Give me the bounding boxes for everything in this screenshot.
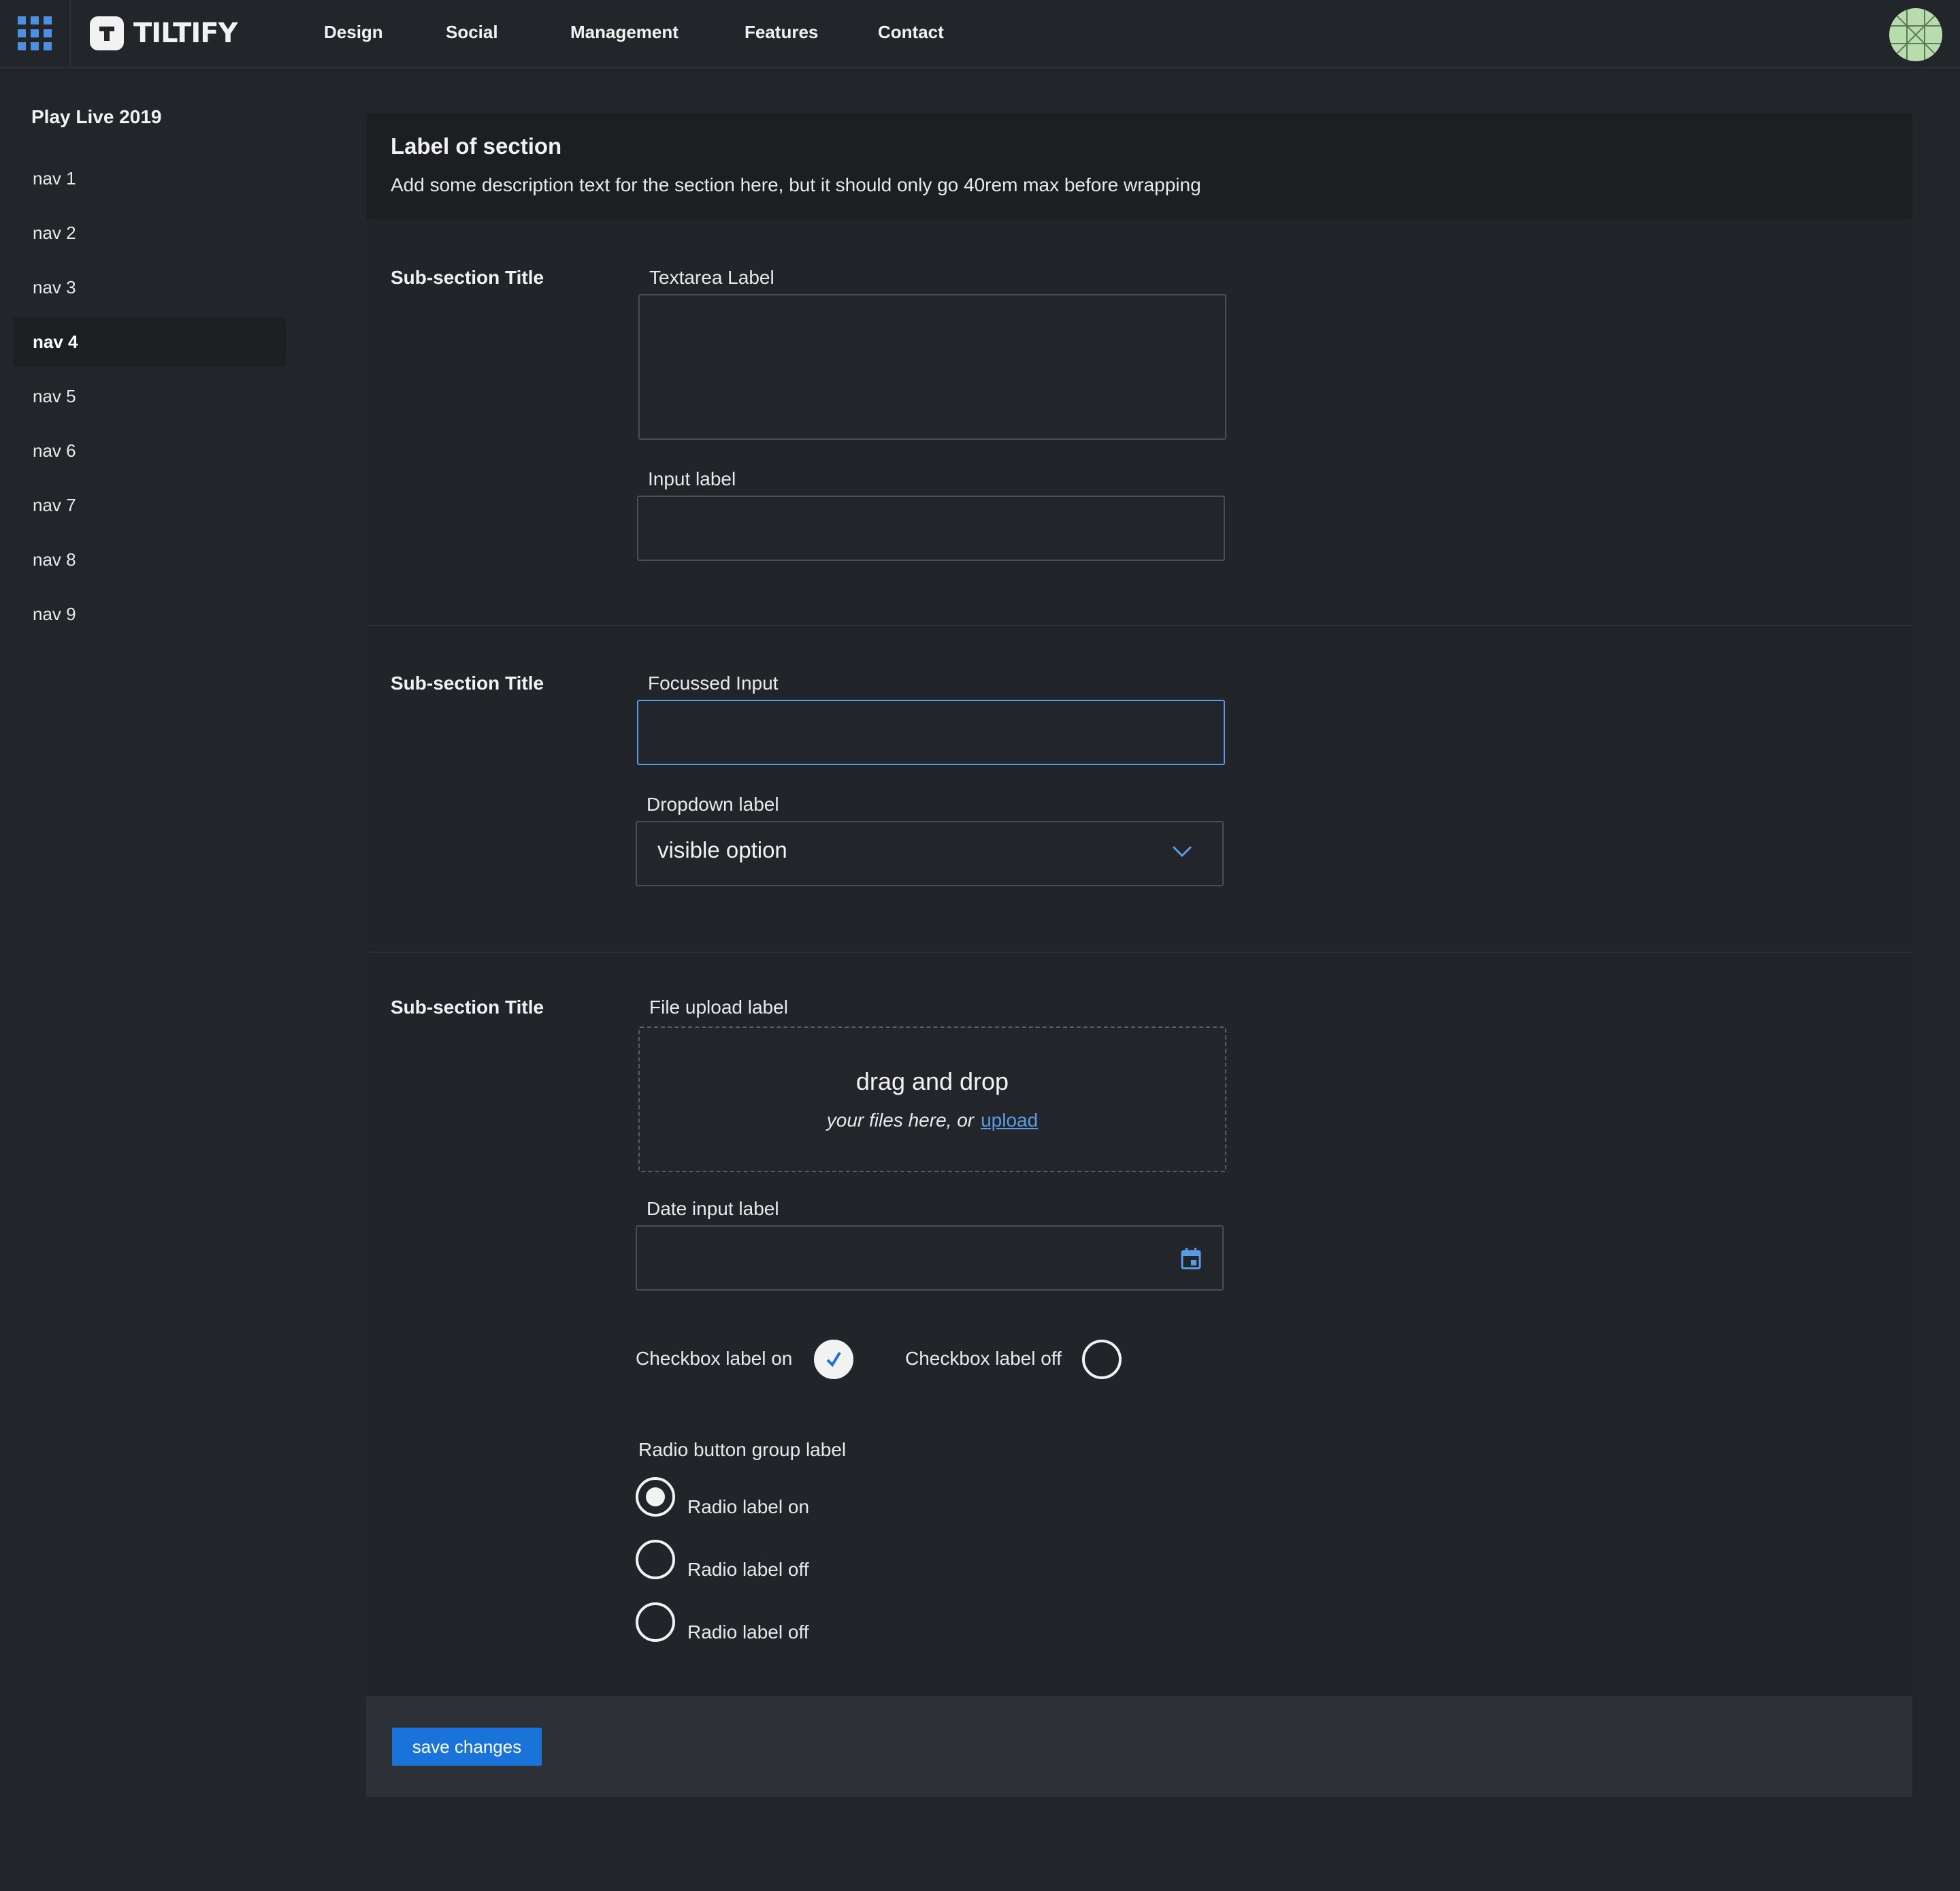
sidebar-item-nav-4[interactable]: nav 4 (14, 317, 286, 366)
checkbox-off[interactable] (1082, 1340, 1122, 1379)
sidebar-title: Play Live 2019 (31, 106, 162, 127)
subsection-title-1: Sub-section Title (391, 267, 544, 288)
grid-icon (18, 16, 52, 50)
focused-input-label: Focussed Input (648, 673, 779, 694)
nav-social[interactable]: Social (446, 22, 498, 43)
avatar-pattern-icon (1889, 8, 1942, 61)
sidebar-item-nav-7[interactable]: nav 7 (14, 481, 286, 530)
section-description: Add some description text for the sectio… (391, 174, 1201, 195)
file-upload-dropzone[interactable]: drag and drop your files here, or upload (638, 1027, 1226, 1172)
radio-on[interactable] (636, 1477, 675, 1517)
dropdown-label: Dropdown label (647, 794, 779, 815)
dropdown-value: visible option (657, 837, 787, 862)
radio-label-2: Radio label off (687, 1559, 809, 1580)
form-footer: save changes (366, 1696, 1912, 1797)
divider (366, 625, 1912, 626)
section-header: Label of section Add some description te… (366, 113, 1912, 219)
checkmark-icon (826, 1351, 841, 1368)
upload-main-text: drag and drop (855, 1067, 1009, 1095)
focused-input[interactable] (637, 700, 1225, 765)
calendar-icon[interactable] (1180, 1247, 1202, 1270)
input-label: Input label (648, 468, 736, 489)
radio-off-2[interactable] (636, 1602, 675, 1642)
radio-dot (646, 1487, 665, 1506)
upload-link[interactable]: upload (981, 1110, 1038, 1131)
file-upload-label: File upload label (649, 997, 788, 1018)
radio-off-1[interactable] (636, 1540, 675, 1579)
nav-management[interactable]: Management (570, 22, 679, 43)
tiltify-logo-icon (90, 16, 124, 50)
text-input[interactable] (637, 496, 1225, 561)
sidebar-item-nav-8[interactable]: nav 8 (14, 535, 286, 584)
chevron-down-icon (1172, 845, 1192, 858)
textarea-label: Textarea Label (649, 267, 774, 288)
date-input-label: Date input label (647, 1198, 779, 1219)
nav-contact[interactable]: Contact (878, 22, 944, 43)
radio-label-1: Radio label on (687, 1496, 810, 1517)
divider (366, 952, 1912, 953)
checkbox-on-label: Checkbox label on (636, 1348, 793, 1369)
upload-sub-text: your files here, or upload (640, 1110, 1225, 1131)
dropdown-select[interactable]: visible option (636, 821, 1224, 886)
radio-label-3: Radio label off (687, 1621, 809, 1643)
sidebar-item-nav-1[interactable]: nav 1 (14, 154, 286, 203)
nav-features[interactable]: Features (745, 22, 818, 43)
checkbox-on[interactable] (814, 1340, 853, 1379)
form-panel: Label of section Add some description te… (366, 113, 1912, 1797)
section-title: Label of section (391, 133, 562, 159)
sidebar-item-nav-9[interactable]: nav 9 (14, 589, 286, 639)
upload-hint: your files here, or (826, 1110, 975, 1131)
nav-design[interactable]: Design (324, 22, 383, 43)
app-grid-button[interactable] (0, 0, 71, 67)
textarea[interactable] (638, 294, 1226, 440)
subsection-title-3: Sub-section Title (391, 997, 544, 1018)
sidebar-item-nav-5[interactable]: nav 5 (14, 372, 286, 421)
brand-logo[interactable]: TILTIFY (90, 15, 238, 52)
sidebar-item-nav-3[interactable]: nav 3 (14, 263, 286, 312)
sidebar-item-nav-6[interactable]: nav 6 (14, 426, 286, 475)
subsection-title-2: Sub-section Title (391, 673, 544, 694)
radio-group-label: Radio button group label (638, 1439, 847, 1460)
save-changes-button[interactable]: save changes (392, 1728, 542, 1766)
top-bar: TILTIFY Design Social Management Feature… (0, 0, 1960, 68)
checkbox-off-label: Checkbox label off (905, 1348, 1062, 1369)
avatar[interactable] (1889, 8, 1942, 61)
brand-name: TILTIFY (133, 18, 238, 49)
sidebar-item-nav-2[interactable]: nav 2 (14, 208, 286, 257)
date-input[interactable] (636, 1225, 1224, 1291)
